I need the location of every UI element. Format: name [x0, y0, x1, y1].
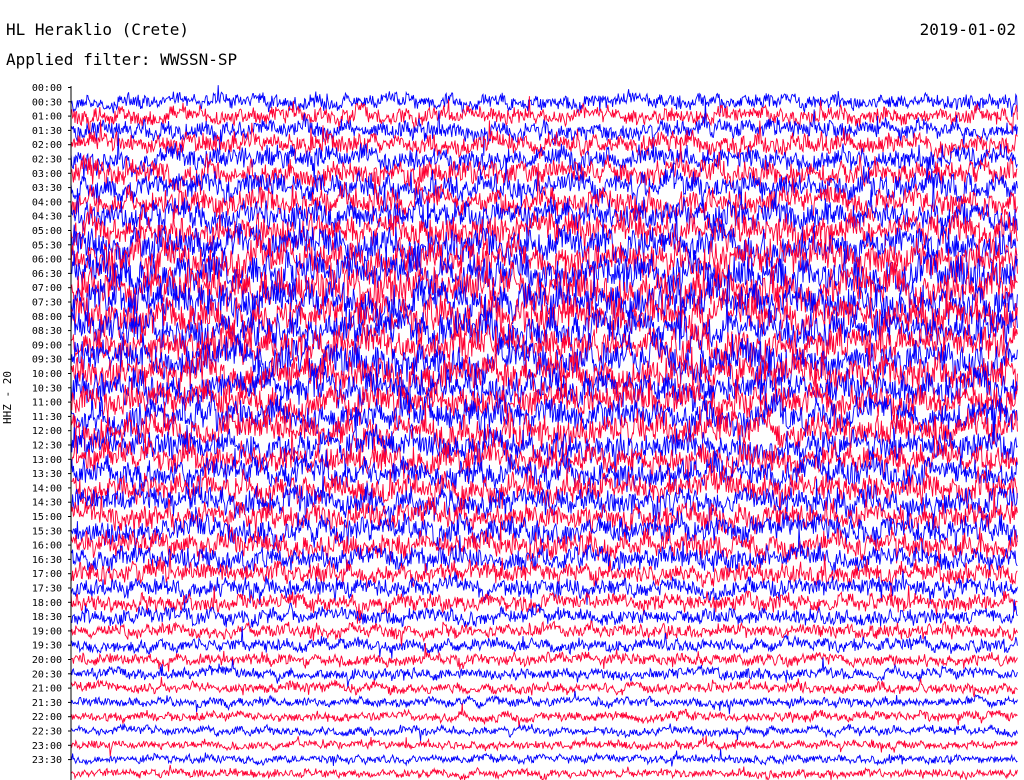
row-time-label: 04:00: [32, 197, 62, 208]
row-time-label: 18:00: [32, 598, 62, 609]
row-time-label: 00:30: [32, 97, 62, 108]
row-time-label: 11:00: [32, 398, 62, 409]
axis-layer: [68, 86, 72, 780]
row-time-label: 07:30: [32, 298, 62, 309]
seismogram-plot: 00:00 00:30 01:00 01:30 02:00 02:30 03:00 03:30…: [32, 83, 1018, 780]
trace-layer: [70, 85, 1018, 780]
row-time-label: 01:30: [32, 126, 62, 137]
row-time-label: 22:00: [32, 712, 62, 723]
row-time-label: 23:00: [32, 741, 62, 752]
row-time-label: 22:30: [32, 727, 62, 738]
row-time-label: 21:30: [32, 698, 62, 709]
row-time-label: 01:00: [32, 112, 62, 123]
trace-line-1930: [70, 643, 1018, 672]
row-time-label: 11:30: [32, 412, 62, 423]
row-time-label: 02:30: [32, 155, 62, 166]
trace-line-1800: [70, 599, 1018, 629]
row-time-label: 13:30: [32, 469, 62, 480]
row-time-label: 14:00: [32, 483, 62, 494]
row-time-label: 00:00: [32, 83, 62, 94]
trace-line-2000: [70, 657, 1018, 689]
row-time-label: 12:00: [32, 426, 62, 437]
row-label-layer: 00:00 00:30 01:00 01:30 02:00 02:30 03:00 03:30…: [32, 83, 62, 766]
row-time-label: 08:00: [32, 312, 62, 323]
row-time-label: 16:00: [32, 541, 62, 552]
row-time-label: 09:30: [32, 355, 62, 366]
row-time-label: 23:30: [32, 755, 62, 766]
row-time-label: 03:00: [32, 169, 62, 180]
row-time-label: 19:30: [32, 641, 62, 652]
trace-line-2100: [70, 690, 1018, 715]
row-time-label: 04:30: [32, 212, 62, 223]
row-time-label: 18:30: [32, 612, 62, 623]
trace-line-1630: [70, 553, 1018, 597]
row-time-label: 19:00: [32, 626, 62, 637]
row-time-label: 12:30: [32, 441, 62, 452]
row-time-label: 14:30: [32, 498, 62, 509]
row-time-label: 15:00: [32, 512, 62, 523]
helicorder-view: HL Heraklio (Crete) 2019-01-02 Applied f…: [0, 0, 1024, 780]
row-time-label: 20:30: [32, 669, 62, 680]
row-time-label: 09:00: [32, 340, 62, 351]
trace-line-2130: [70, 703, 1018, 728]
row-time-label: 07:00: [32, 283, 62, 294]
row-time-label: 10:30: [32, 383, 62, 394]
row-time-label: 21:00: [32, 684, 62, 695]
row-time-label: 15:30: [32, 526, 62, 537]
trace-line-2230: [70, 735, 1018, 757]
row-time-label: 16:30: [32, 555, 62, 566]
row-time-label: 03:30: [32, 183, 62, 194]
row-time-label: 06:00: [32, 255, 62, 266]
trace-line-2030: [70, 677, 1018, 698]
trace-line-0000: [70, 85, 1018, 117]
row-time-label: 06:30: [32, 269, 62, 280]
row-time-label: 05:30: [32, 240, 62, 251]
trace-line-2330: [70, 764, 1018, 780]
row-time-label: 10:00: [32, 369, 62, 380]
row-time-label: 08:30: [32, 326, 62, 337]
row-time-label: 02:00: [32, 140, 62, 151]
row-time-label: 17:30: [32, 584, 62, 595]
row-time-label: 17:00: [32, 569, 62, 580]
row-time-label: 13:00: [32, 455, 62, 466]
row-time-label: 20:00: [32, 655, 62, 666]
trace-line-2300: [70, 748, 1018, 767]
row-time-label: 05:00: [32, 226, 62, 237]
trace-line-2200: [70, 722, 1018, 741]
